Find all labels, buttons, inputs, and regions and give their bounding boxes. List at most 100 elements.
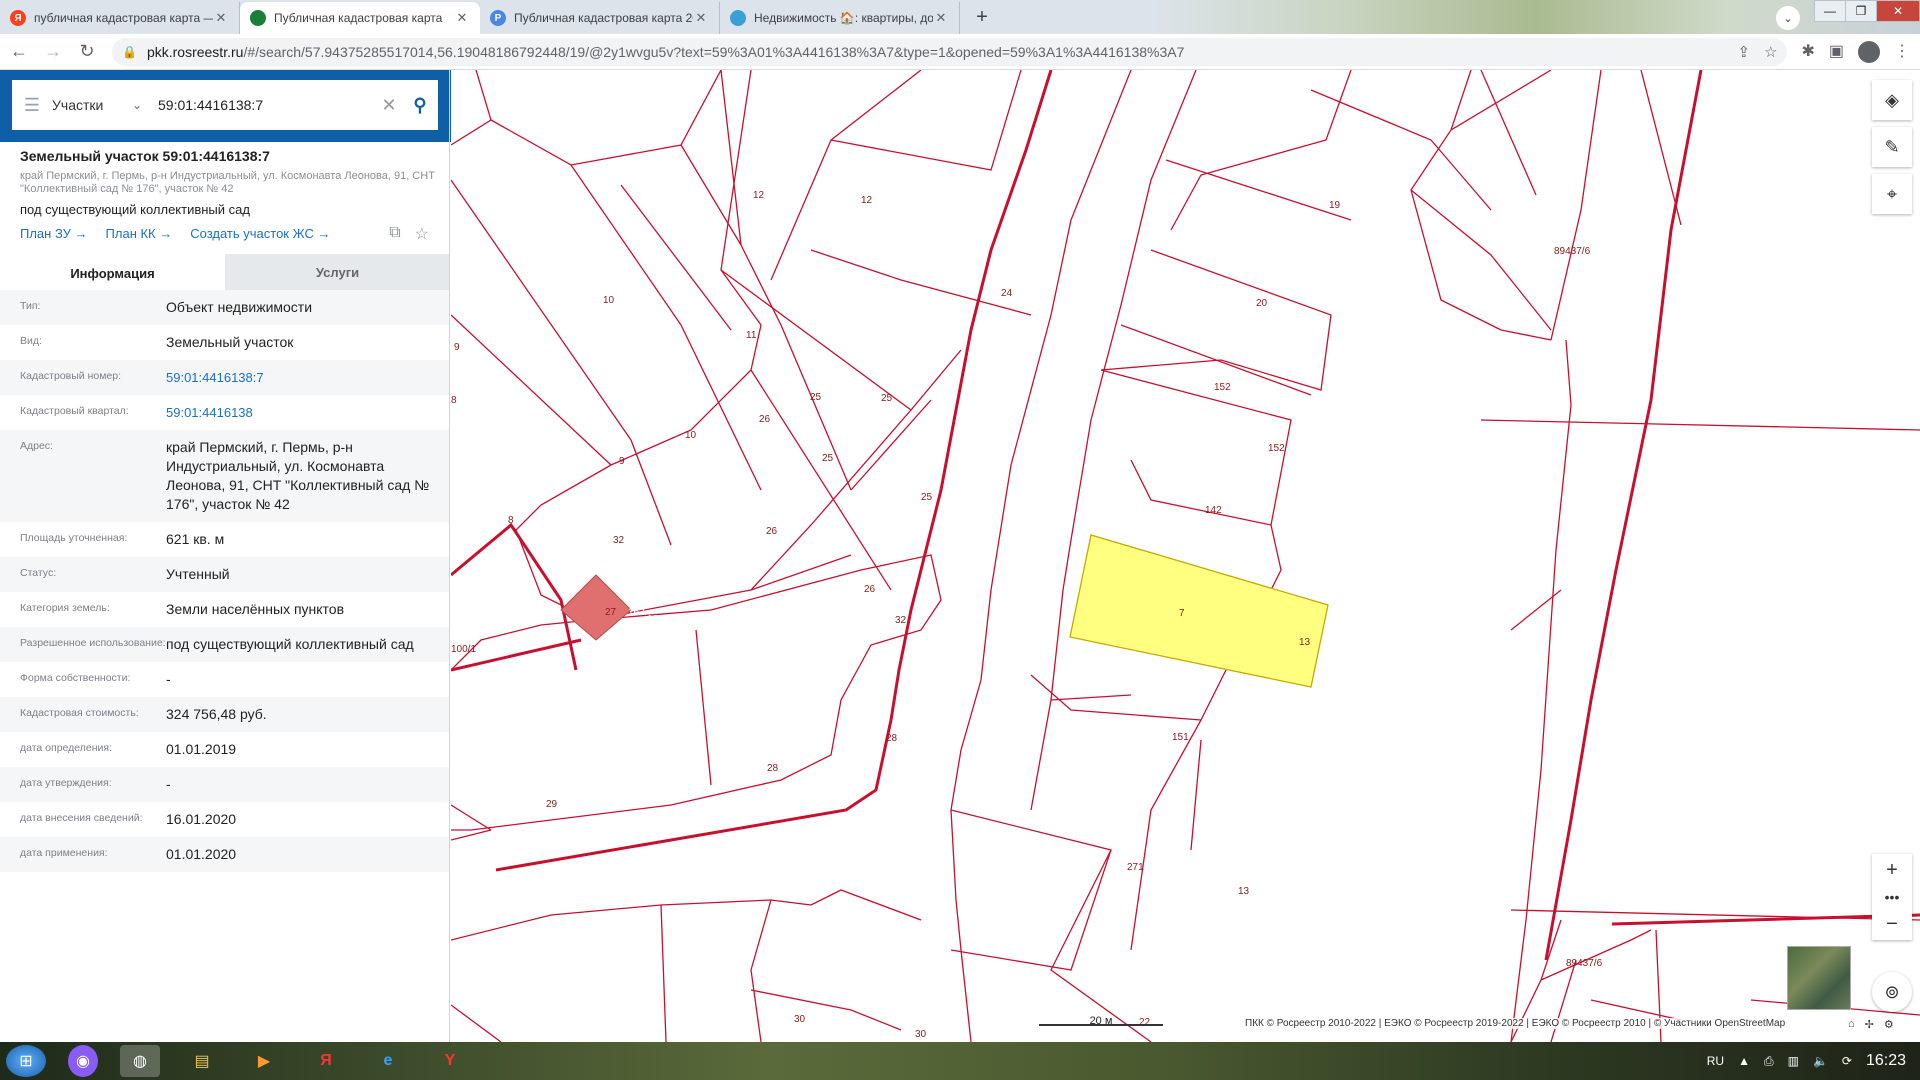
forward-icon[interactable]: → — [38, 37, 68, 67]
menu-kebab-icon[interactable]: ⋮ — [1894, 41, 1910, 63]
property-label: дата определения: — [20, 742, 113, 754]
chevron-down-icon[interactable]: ⌄ — [132, 98, 156, 112]
lock-icon[interactable]: 🔒 — [122, 45, 137, 59]
close-tab-icon[interactable]: ✕ — [693, 10, 709, 26]
settings-icon[interactable]: ⚙ — [1884, 1018, 1894, 1031]
search-input[interactable] — [156, 96, 376, 114]
printer-icon[interactable]: ⎙ — [1764, 1054, 1774, 1069]
sidepanel-icon[interactable]: ▣ — [1829, 41, 1844, 63]
layers-icon[interactable]: ◈ — [1872, 80, 1912, 120]
svg-text:8: 8 — [508, 515, 514, 526]
back-icon[interactable]: ← — [4, 37, 34, 67]
svg-text:10: 10 — [603, 295, 615, 306]
tray-arrow-icon[interactable]: ▲ — [1738, 1054, 1750, 1068]
property-row: дата утверждения: - — [0, 767, 449, 802]
yandex-favicon-icon: Я — [10, 10, 26, 26]
zoom-out-icon[interactable]: − — [1872, 908, 1912, 940]
ruler-icon[interactable]: ✎ — [1872, 127, 1912, 167]
svg-text:12: 12 — [861, 195, 873, 206]
more-icon[interactable]: ••• — [1872, 886, 1912, 908]
home-icon[interactable]: ⌂ — [1848, 1018, 1855, 1031]
clock[interactable]: 16:23 — [1866, 1052, 1906, 1070]
language-indicator[interactable]: RU — [1707, 1054, 1724, 1068]
property-row: Категория земель: Земли населённых пункто… — [0, 592, 449, 627]
clear-search-icon[interactable]: ✕ — [376, 95, 402, 116]
property-row: дата внесения сведений: 16.01.2020 — [0, 802, 449, 837]
tab-services[interactable]: Услуги — [225, 254, 449, 290]
svg-text:32: 32 — [613, 535, 625, 546]
tab-information[interactable]: Информация — [0, 254, 225, 290]
browser-tab-2[interactable]: Публичная кадастровая карта ✕ — [240, 2, 480, 34]
search-row: ☰ Участки ⌄ ✕ ⚲ — [0, 70, 449, 142]
cadastral-map[interactable]: 12 12 19 89437/6 10 11 24 20 9 152 25 25… — [451, 70, 1920, 1042]
print-icon[interactable]: ⧉ — [389, 224, 400, 244]
close-window-icon[interactable]: ✕ — [1876, 0, 1920, 22]
close-tab-icon[interactable]: ✕ — [454, 10, 470, 26]
browser-tab-3[interactable]: P Публичная кадастровая карта 202 ✕ — [480, 2, 720, 34]
address-bar[interactable]: 🔒 pkk.rosreestr.ru/#/search/57.943752855… — [112, 37, 1788, 66]
property-label: Разрешенное использование: — [20, 637, 166, 649]
svg-text:271: 271 — [1127, 862, 1144, 873]
bookmark-star-icon[interactable]: ☆ — [1764, 43, 1777, 61]
start-button-icon[interactable]: ⊞ — [6, 1045, 46, 1077]
compass-icon[interactable]: ⊚ — [1872, 972, 1912, 1012]
cadastral-number-link[interactable]: 59:01:4416138:7 — [166, 368, 446, 387]
search-type-select[interactable]: Участки — [52, 97, 132, 113]
svg-text:26: 26 — [864, 584, 876, 595]
volume-icon[interactable]: 🔈 — [1813, 1054, 1828, 1068]
create-parcel-link[interactable]: Создать участок ЖС → — [190, 226, 330, 241]
property-value: 01.01.2020 — [166, 846, 237, 862]
yandex-browser-taskbar-icon[interactable]: Я — [306, 1045, 346, 1077]
browser-tab-1[interactable]: Я публичная кадастровая карта — Я ✕ — [0, 2, 240, 34]
share-icon[interactable]: ⇪ — [1737, 43, 1750, 61]
ie-taskbar-icon[interactable]: e — [368, 1045, 408, 1077]
cadastral-quarter-link[interactable]: 59:01:4416138 — [166, 403, 446, 422]
svg-text:30: 30 — [915, 1029, 927, 1040]
property-label: Адрес: — [20, 440, 53, 452]
property-value: под существующий коллективный сад — [166, 636, 414, 652]
sync-icon[interactable]: ✢ — [1865, 1018, 1874, 1031]
profile-avatar[interactable] — [1858, 40, 1880, 63]
favorite-star-icon[interactable]: ☆ — [415, 224, 429, 244]
yandex-taskbar-icon[interactable]: Y — [430, 1045, 470, 1077]
svg-text:24: 24 — [1001, 288, 1013, 299]
sync-tray-icon[interactable]: ⟳ — [1842, 1054, 1852, 1068]
satellite-basemap-toggle[interactable] — [1787, 946, 1851, 1010]
network-icon[interactable]: ▥ — [1788, 1054, 1799, 1068]
new-tab-button[interactable]: + — [968, 3, 996, 31]
close-tab-icon[interactable]: ✕ — [213, 10, 229, 26]
property-row: дата определения: 01.01.2019 — [0, 732, 449, 767]
property-row: Вид: Земельный участок — [0, 325, 449, 360]
svg-text:28: 28 — [767, 763, 779, 774]
svg-text:152: 152 — [1214, 382, 1231, 393]
svg-text:29: 29 — [546, 799, 558, 810]
info-panel: ☰ Участки ⌄ ✕ ⚲ Земельный участок 59:01:… — [0, 70, 450, 1042]
tab-search-icon[interactable]: ⌄ — [1776, 6, 1800, 30]
svg-text:13: 13 — [1238, 886, 1250, 897]
svg-text:9: 9 — [454, 342, 460, 353]
svg-text:8: 8 — [451, 395, 457, 406]
property-value: 324 756,48 руб. — [166, 706, 267, 722]
media-player-taskbar-icon[interactable]: ▶ — [244, 1045, 284, 1077]
minimize-icon[interactable]: — — [1814, 0, 1846, 22]
parcel-lines: 12 12 19 89437/6 10 11 24 20 9 152 25 25… — [451, 70, 1920, 1042]
svg-text:28: 28 — [886, 733, 898, 744]
hamburger-menu-icon[interactable]: ☰ — [12, 95, 52, 116]
close-tab-icon[interactable]: ✕ — [933, 10, 949, 26]
folder-taskbar-icon[interactable]: ▤ — [182, 1045, 222, 1077]
search-icon[interactable]: ⚲ — [402, 95, 438, 116]
url-host: pkk.rosreestr.ru — [146, 43, 244, 60]
chrome-taskbar-icon[interactable]: ◍ — [120, 1045, 160, 1077]
browser-tab-4[interactable]: Недвижимость 🏠: квартиры, дома ✕ — [720, 2, 960, 34]
zoom-in-icon[interactable]: + — [1872, 854, 1912, 886]
property-value: Объект недвижимости — [166, 299, 313, 315]
property-row: Площадь уточненная: 621 кв. м — [0, 522, 449, 557]
browser-tabbar: Я публичная кадастровая карта — Я ✕ Публ… — [0, 0, 1920, 34]
restore-icon[interactable]: ❐ — [1845, 0, 1877, 22]
reload-icon[interactable]: ↻ — [72, 37, 102, 67]
plan-zu-link[interactable]: План ЗУ → — [20, 226, 88, 241]
extensions-icon[interactable]: ✱ — [1801, 41, 1814, 63]
locate-icon[interactable]: ⌖ — [1872, 174, 1912, 214]
alice-assistant-icon[interactable]: ◉ — [68, 1045, 98, 1077]
plan-kk-link[interactable]: План КК → — [106, 226, 173, 241]
